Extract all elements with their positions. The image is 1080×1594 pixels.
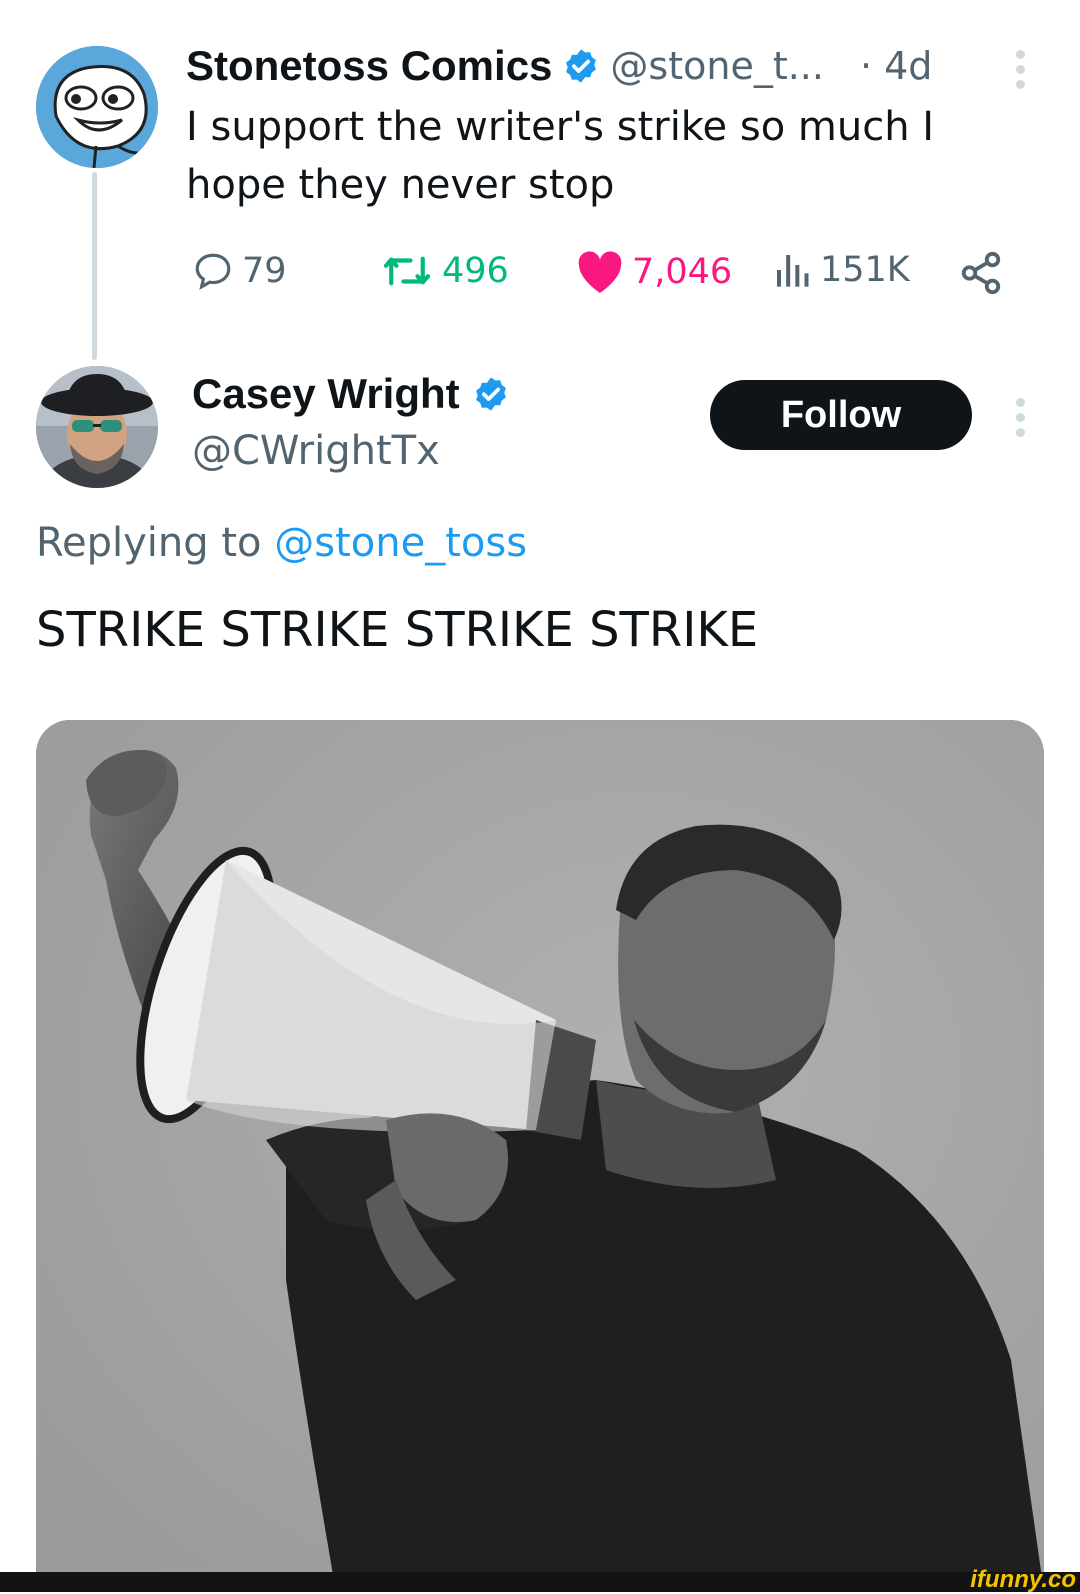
share-icon: [961, 251, 1001, 295]
replying-prefix: Replying to: [36, 520, 275, 566]
reply-count: 79: [242, 251, 287, 291]
reply-text: STRIKE STRIKE STRIKE STRIKE: [36, 602, 759, 658]
tweet2-header: Casey Wright: [192, 370, 510, 418]
more-options-icon[interactable]: [1016, 398, 1026, 443]
share-action[interactable]: [958, 250, 1004, 300]
reply-icon: [195, 253, 231, 290]
more-options-icon[interactable]: [1016, 50, 1026, 95]
verified-badge-icon: [475, 377, 506, 411]
watermark-bar: [0, 1572, 1080, 1592]
tweet1-text-line1: I support the writer's strike so much I: [186, 104, 935, 150]
tweet-media-image[interactable]: [36, 720, 1044, 1592]
retweet-count: 496: [442, 251, 509, 291]
tweet1-text: I support the writer's strike so much I …: [186, 98, 1006, 214]
reply-author-name[interactable]: Casey Wright: [192, 370, 460, 418]
profile-photo-icon: [36, 366, 158, 488]
casey-avatar[interactable]: [36, 366, 158, 488]
heart-icon: [578, 251, 622, 293]
megaphone-man-image: [36, 720, 1044, 1592]
tweet1-header: Stonetoss Comics @stone_t... · 4d: [186, 42, 932, 90]
like-action[interactable]: 7,046: [576, 250, 732, 294]
replying-to: Replying to @stone_toss: [36, 520, 527, 566]
tweet1-text-line2: hope they never stop: [186, 162, 615, 208]
replying-mention-link[interactable]: @stone_toss: [274, 520, 527, 566]
author-name[interactable]: Stonetoss Comics: [186, 42, 552, 90]
analytics-icon: [777, 255, 809, 287]
verified-badge-icon: [566, 49, 597, 83]
tweet-timestamp[interactable]: · 4d: [860, 44, 932, 88]
stonetoss-avatar[interactable]: [36, 46, 158, 168]
cartoon-face-icon: [36, 46, 158, 168]
reply-author-handle[interactable]: @CWrightTx: [192, 428, 440, 474]
like-count: 7,046: [632, 252, 733, 292]
author-handle[interactable]: @stone_t...: [610, 44, 824, 88]
reply-action[interactable]: 79: [192, 250, 287, 292]
follow-button[interactable]: Follow: [710, 380, 972, 450]
views-count: 151K: [820, 250, 910, 290]
retweet-action[interactable]: 496: [380, 250, 509, 292]
thread-line: [92, 172, 97, 360]
views-action[interactable]: 151K: [772, 250, 910, 290]
retweet-icon: [383, 256, 431, 286]
ifunny-watermark: ifunny.co: [970, 1566, 1076, 1593]
